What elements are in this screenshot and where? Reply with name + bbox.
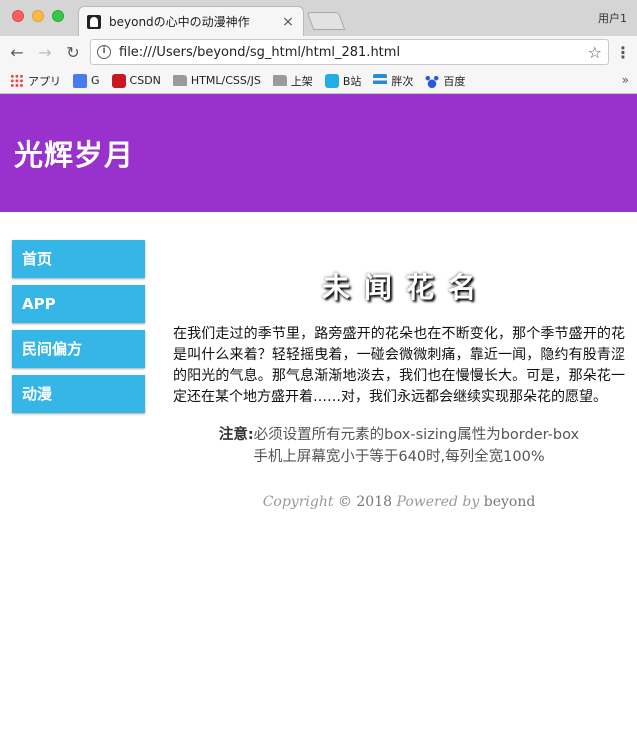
browser-toolbar: ← → ↻ i file:///Users/beyond/sg_html/htm…: [0, 36, 637, 68]
back-arrow-icon[interactable]: ←: [6, 41, 28, 63]
bookmark-html-css-js[interactable]: HTML/CSS/JS: [172, 74, 261, 87]
bookmarks-bar: アプリ G CSDN HTML/CSS/JS 上架 B站 胖次 百度 »: [0, 68, 637, 94]
notes-block: 注意:必须设置所有元素的box-sizing属性为border-box 手机上屏…: [173, 424, 625, 468]
bookmark-pangci[interactable]: 胖次: [373, 73, 413, 89]
reload-icon[interactable]: ↻: [62, 41, 84, 63]
browser-chrome: beyondの心中の动漫神作 × 用户1 ← → ↻ i file:///Use…: [0, 0, 637, 94]
browser-tab[interactable]: beyondの心中の动漫神作 ×: [78, 6, 304, 36]
bilibili-icon: [324, 73, 339, 88]
user-profile-label[interactable]: 用户1: [598, 10, 627, 26]
minimize-window-button[interactable]: [32, 10, 44, 22]
bookmark-bilibili[interactable]: B站: [324, 73, 361, 89]
apps-grid-icon: [10, 73, 24, 88]
powered-by-label: Powered by: [396, 494, 480, 510]
maximize-window-button[interactable]: [52, 10, 64, 22]
bookmark-star-icon[interactable]: ☆: [588, 43, 602, 62]
article-body: 在我们走过的季节里，路旁盛开的花朵也在不断变化，那个季节盛开的花是叫什么来着？轻…: [173, 326, 625, 405]
copyright-year: © 2018: [333, 494, 397, 510]
main-layout: 首页 APP 民间偏方 动漫 未闻花名 在我们走过的季节里，路旁盛开的花朵也在不…: [0, 212, 637, 510]
tab-title: beyondの心中の动漫神作: [109, 15, 250, 29]
kebab-menu-icon[interactable]: ⋮: [615, 43, 631, 62]
favicon-icon: [87, 14, 101, 29]
url-text[interactable]: file:///Users/beyond/sg_html/html_281.ht…: [119, 45, 588, 60]
bookmark-shangjia[interactable]: 上架: [272, 73, 313, 89]
tab-bar: beyondの心中の动漫神作 × 用户1: [0, 0, 637, 36]
csdn-icon: [111, 73, 126, 88]
notes-line-1: 注意:必须设置所有元素的box-sizing属性为border-box: [218, 427, 580, 443]
bookmark-csdn[interactable]: CSDN: [111, 73, 161, 88]
site-title: 光辉岁月: [14, 138, 135, 172]
nav-item-anime[interactable]: 动漫: [12, 375, 145, 413]
site-header: 光辉岁月: [0, 94, 637, 212]
nav-item-folk-remedies[interactable]: 民间偏方: [12, 330, 145, 368]
nav-item-app[interactable]: APP: [12, 285, 145, 323]
info-icon[interactable]: i: [97, 45, 111, 59]
google-icon: [73, 73, 87, 88]
article-section: 未闻花名 在我们走过的季节里，路旁盛开的花朵也在不断变化，那个季节盛开的花是叫什…: [145, 240, 625, 510]
bookmark-g[interactable]: G: [73, 73, 100, 88]
copyright-label: Copyright: [262, 494, 334, 510]
folder-icon: [272, 75, 287, 86]
wave-icon: [373, 73, 388, 88]
article-title: 未闻花名: [321, 271, 490, 304]
folder-icon: [172, 75, 187, 86]
nav-item-home[interactable]: 首页: [12, 240, 145, 278]
notes-label: 注意:: [218, 427, 254, 443]
author-name: beyond: [479, 494, 536, 510]
close-window-button[interactable]: [12, 10, 24, 22]
sidebar-nav: 首页 APP 民间偏方 动漫: [12, 240, 145, 510]
tab-close-icon[interactable]: ×: [281, 14, 295, 30]
address-bar[interactable]: i file:///Users/beyond/sg_html/html_281.…: [90, 39, 609, 65]
forward-arrow-icon[interactable]: →: [34, 41, 56, 63]
bookmark-apps[interactable]: アプリ: [10, 73, 61, 89]
footer: Copyright © 2018 Powered by beyond: [173, 494, 625, 510]
window-controls: [12, 10, 64, 22]
more-bookmarks-icon[interactable]: »: [622, 73, 629, 87]
new-tab-button[interactable]: [306, 12, 346, 30]
notes-line-2: 手机上屏幕宽小于等于640时,每列全宽100%: [253, 449, 545, 465]
baidu-paw-icon: [425, 73, 440, 88]
bookmark-baidu[interactable]: 百度: [425, 73, 465, 89]
